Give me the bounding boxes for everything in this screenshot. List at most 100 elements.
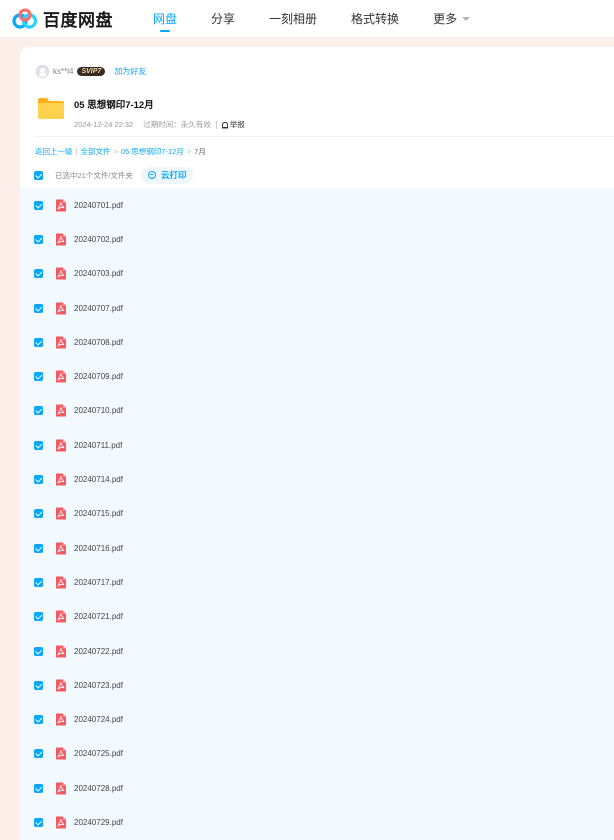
pdf-file-icon [56, 370, 66, 383]
section-divider [34, 136, 614, 137]
breadcrumb-parent[interactable]: 05 思想钢印7-12月 [121, 146, 184, 157]
file-row[interactable]: 20240707.pdf [20, 291, 614, 325]
pdf-file-icon [56, 302, 66, 315]
file-checkbox[interactable] [34, 269, 43, 279]
pdf-file-icon [56, 507, 66, 520]
baidu-netdisk-logo[interactable]: 百度网盘 [12, 0, 113, 38]
divider [215, 120, 217, 129]
expiry-text: 过期时间：永久有效 [143, 120, 211, 129]
breadcrumb-back[interactable]: 返回上一级 [35, 146, 73, 157]
username: ks**l4 [53, 66, 74, 76]
add-friend-link[interactable]: 加为好友 [114, 66, 146, 77]
file-name[interactable]: 20240707.pdf [74, 304, 123, 313]
file-row[interactable]: 20240714.pdf [20, 462, 614, 496]
file-name[interactable]: 20240703.pdf [74, 269, 123, 278]
pdf-file-icon [56, 782, 66, 795]
breadcrumb-all-files[interactable]: 全部文件 [80, 146, 110, 157]
file-row[interactable]: 20240709.pdf [20, 360, 614, 394]
top-nav: 百度网盘 网盘 分享 一刻相册 格式转换 更多 [0, 0, 614, 38]
file-name[interactable]: 20240709.pdf [74, 372, 123, 381]
file-checkbox[interactable] [34, 749, 43, 759]
file-checkbox[interactable] [34, 577, 43, 587]
pdf-file-icon [56, 679, 66, 692]
file-row[interactable]: 20240701.pdf [20, 188, 614, 222]
avatar[interactable] [36, 64, 49, 78]
file-row[interactable]: 20240724.pdf [20, 703, 614, 737]
file-checkbox[interactable] [34, 475, 43, 485]
folder-title: 05 思想钢印7-12月 [74, 100, 154, 111]
file-checkbox[interactable] [34, 715, 43, 725]
file-name[interactable]: 20240722.pdf [74, 647, 123, 656]
share-card: ks**l4 SVIP7 加为好友 05 思想钢印7-12月 2024-12-2… [20, 47, 614, 840]
pdf-file-icon [56, 713, 66, 726]
file-row[interactable]: 20240725.pdf [20, 737, 614, 771]
file-checkbox[interactable] [34, 680, 43, 690]
file-name[interactable]: 20240711.pdf [74, 441, 122, 450]
pdf-file-icon [56, 267, 66, 280]
file-name[interactable]: 20240701.pdf [74, 201, 123, 210]
file-row[interactable]: 20240710.pdf [20, 394, 614, 428]
alarm-icon [221, 121, 228, 128]
logo-icon [12, 8, 38, 29]
file-row[interactable]: 20240729.pdf [20, 805, 614, 839]
file-row[interactable]: 20240721.pdf [20, 600, 614, 634]
select-all-checkbox[interactable] [34, 170, 43, 180]
nav-item-album[interactable]: 一刻相册 [269, 0, 317, 38]
file-name[interactable]: 20240717.pdf [74, 578, 123, 587]
file-checkbox[interactable] [34, 406, 43, 416]
file-checkbox[interactable] [34, 543, 43, 553]
file-checkbox[interactable] [34, 612, 43, 622]
file-name[interactable]: 20240716.pdf [74, 544, 123, 553]
file-name[interactable]: 20240728.pdf [74, 784, 123, 793]
chevron-down-icon [462, 16, 471, 21]
file-row[interactable]: 20240702.pdf [20, 222, 614, 256]
report-button[interactable]: 举报 [221, 119, 245, 130]
file-name[interactable]: 20240729.pdf [74, 818, 123, 827]
cloud-print-button[interactable]: 云打印 [140, 166, 194, 184]
file-name[interactable]: 20240702.pdf [74, 235, 123, 244]
file-name[interactable]: 20240715.pdf [74, 509, 123, 518]
pdf-file-icon [56, 439, 66, 452]
file-name[interactable]: 20240714.pdf [74, 475, 123, 484]
file-checkbox[interactable] [34, 303, 43, 313]
file-name[interactable]: 20240708.pdf [74, 338, 123, 347]
file-list: 20240701.pdf 20240702.pdf 20240703.pdf 2024… [20, 188, 614, 840]
file-checkbox[interactable] [34, 372, 43, 382]
file-checkbox[interactable] [34, 818, 43, 828]
file-row[interactable]: 20240703.pdf [20, 257, 614, 291]
nav-item-format-convert[interactable]: 格式转换 [351, 0, 399, 38]
logo-text: 百度网盘 [43, 11, 113, 31]
file-row[interactable]: 20240717.pdf [20, 565, 614, 599]
file-name[interactable]: 20240725.pdf [74, 749, 123, 758]
file-row[interactable]: 20240728.pdf [20, 771, 614, 805]
pdf-file-icon [56, 816, 66, 829]
file-row[interactable]: 20240715.pdf [20, 497, 614, 531]
file-checkbox[interactable] [34, 783, 43, 793]
file-checkbox[interactable] [34, 646, 43, 656]
print-icon [147, 171, 156, 179]
file-row[interactable]: 20240711.pdf [20, 428, 614, 462]
file-checkbox[interactable] [34, 200, 43, 210]
file-checkbox[interactable] [34, 337, 43, 347]
file-checkbox[interactable] [34, 509, 43, 519]
nav-item-share[interactable]: 分享 [211, 0, 235, 38]
file-checkbox[interactable] [34, 440, 43, 450]
breadcrumb: 返回上一级 | 全部文件 > 05 思想钢印7-12月 > 7月 [35, 146, 206, 157]
folder-header: 05 思想钢印7-12月 2024-12-24 22:32 过期时间：永久有效 … [36, 95, 245, 130]
file-name[interactable]: 20240723.pdf [74, 681, 123, 690]
file-name[interactable]: 20240721.pdf [74, 612, 123, 621]
pdf-file-icon [56, 473, 66, 486]
nav-item-more[interactable]: 更多 [433, 0, 471, 38]
file-row[interactable]: 20240722.pdf [20, 634, 614, 668]
file-row[interactable]: 20240723.pdf [20, 668, 614, 702]
nav-menu: 网盘 分享 一刻相册 格式转换 更多 [153, 0, 504, 38]
file-name[interactable]: 20240724.pdf [74, 715, 123, 724]
pdf-file-icon [56, 610, 66, 623]
breadcrumb-current: 7月 [194, 147, 206, 156]
file-row[interactable]: 20240708.pdf [20, 325, 614, 359]
pdf-file-icon [56, 645, 66, 658]
nav-item-netdisk[interactable]: 网盘 [153, 0, 177, 38]
file-checkbox[interactable] [34, 234, 43, 244]
file-row[interactable]: 20240716.pdf [20, 531, 614, 565]
file-name[interactable]: 20240710.pdf [74, 406, 123, 415]
